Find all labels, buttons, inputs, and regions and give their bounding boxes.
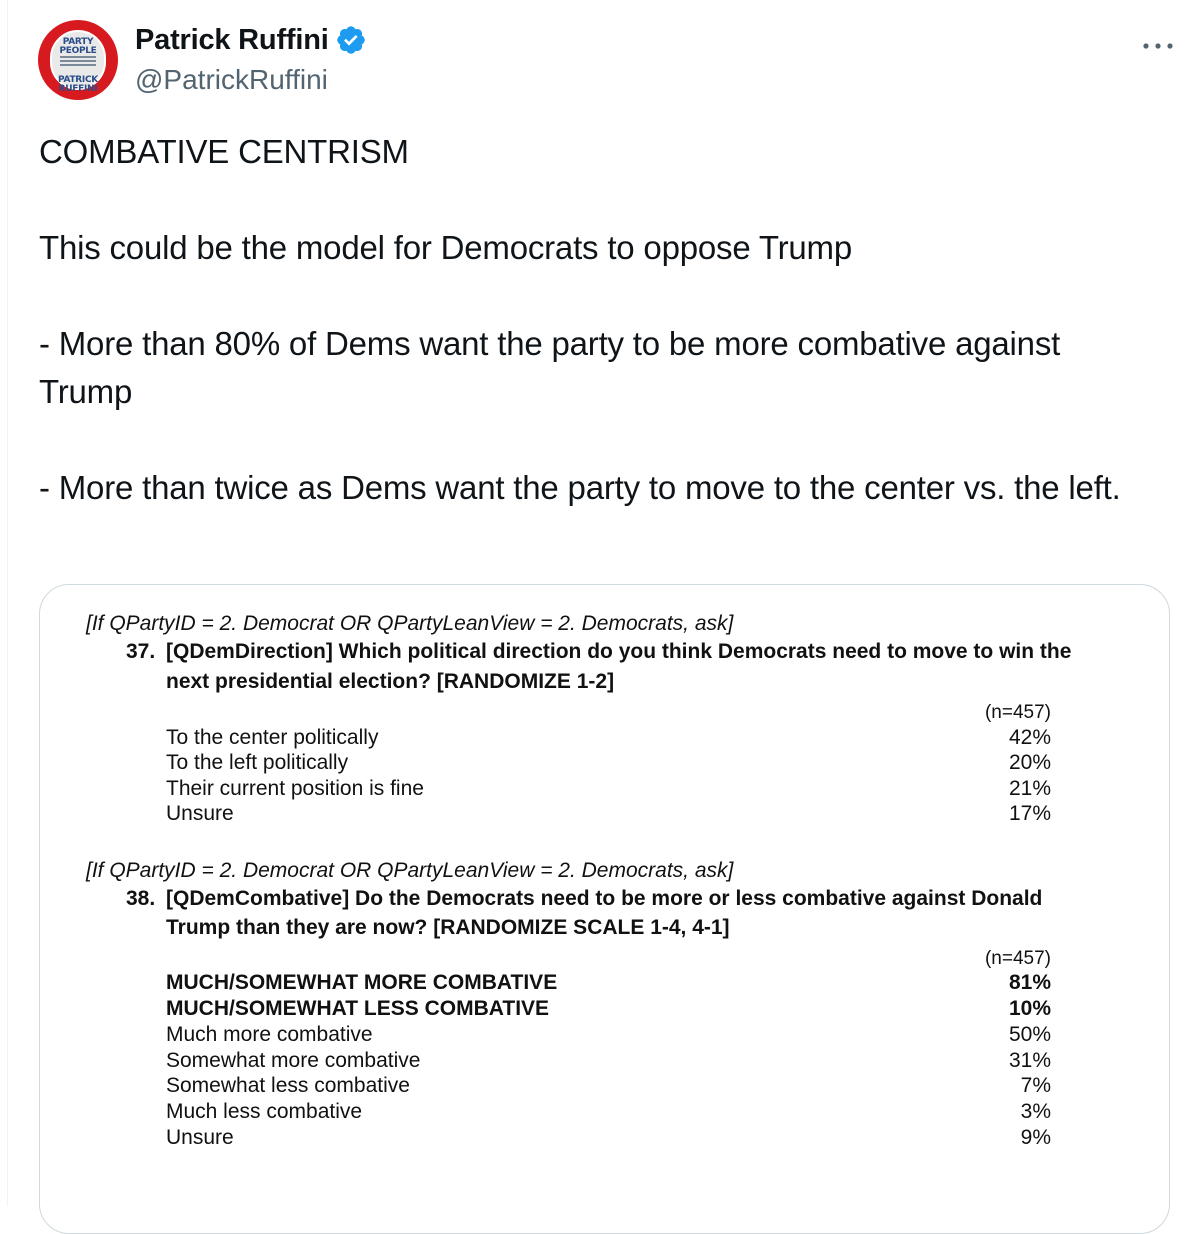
q38-value: 3%: [1020, 1100, 1051, 1123]
author-handle[interactable]: @PatrickRuffini: [135, 64, 328, 96]
q38-option: Somewhat more combative: [166, 1049, 421, 1072]
more-options-icon[interactable]: [1138, 34, 1178, 58]
q38-sample-size: (n=457): [984, 948, 1051, 969]
q38-number: 38.: [126, 887, 156, 910]
q38-question-line2: Trump than they are now? [RANDOMIZE SCAL…: [166, 916, 730, 939]
q38-option: MUCH/SOMEWHAT LESS COMBATIVE: [166, 997, 550, 1020]
q37-value: 42%: [1008, 726, 1051, 749]
q37-number: 37.: [126, 640, 156, 663]
q38-option: Unsure: [166, 1126, 234, 1149]
q37-option: Unsure: [166, 802, 234, 825]
q38-value: 10%: [1008, 997, 1051, 1020]
name-row: Patrick Ruffini: [135, 22, 367, 58]
verified-badge-icon[interactable]: [335, 24, 367, 56]
q38-option: Much more combative: [166, 1023, 373, 1046]
q38-option: MUCH/SOMEWHAT MORE COMBATIVE: [166, 971, 558, 994]
q38-question-line1: [QDemCombative] Do the Democrats need to…: [166, 887, 1043, 910]
q37-value: 21%: [1008, 777, 1051, 800]
q38-condition: [If QPartyID = 2. Democrat OR QPartyLean…: [86, 859, 734, 882]
avatar-cover-lines: [60, 56, 96, 70]
tweet-text: COMBATIVE CENTRISM This could be the mod…: [39, 128, 1159, 512]
q38-value: 31%: [1008, 1049, 1051, 1072]
q37-condition: [If QPartyID = 2. Democrat OR QPartyLean…: [86, 612, 734, 635]
q37-option: Their current position is fine: [166, 777, 424, 800]
q37-value: 20%: [1008, 751, 1051, 774]
poll-document: [If QPartyID = 2. Democrat OR QPartyLean…: [40, 585, 1169, 1233]
tweet-line-point-1: - More than 80% of Dems want the party t…: [39, 325, 1061, 410]
avatar[interactable]: PARTY PEOPLE PATRICK RUFFINI: [38, 20, 118, 100]
tweet-line-point-2: - More than twice as Dems want the party…: [39, 469, 1121, 506]
q38-value: 81%: [1008, 971, 1051, 994]
q38-option: Somewhat less combative: [166, 1074, 410, 1097]
q38-value: 50%: [1008, 1023, 1051, 1046]
q37-option: To the left politically: [166, 751, 349, 774]
tweet-header: PARTY PEOPLE PATRICK RUFFINI Patrick Ruf…: [38, 20, 1178, 104]
timeline-border: [7, 0, 8, 1206]
q37-question-line1: [QDemDirection] Which political directio…: [166, 640, 1072, 663]
q37-question-line2: next presidential election? [RANDOMIZE 1…: [166, 670, 615, 693]
tweet-image[interactable]: [If QPartyID = 2. Democrat OR QPartyLean…: [39, 584, 1170, 1234]
tweet-line-heading: COMBATIVE CENTRISM: [39, 133, 409, 170]
q38-value: 7%: [1020, 1074, 1051, 1097]
q37-option: To the center politically: [166, 726, 379, 749]
tweet-line-intro: This could be the model for Democrats to…: [39, 229, 852, 266]
q38-option: Much less combative: [166, 1100, 363, 1123]
avatar-author-text: PATRICK RUFFINI: [58, 75, 98, 94]
author-display-name[interactable]: Patrick Ruffini: [135, 24, 329, 57]
avatar-title-text: PARTY PEOPLE: [59, 37, 97, 56]
avatar-book-cover: PARTY PEOPLE PATRICK RUFFINI: [50, 30, 106, 94]
q37-value: 17%: [1008, 802, 1051, 825]
q37-sample-size: (n=457): [984, 702, 1051, 723]
q38-value: 9%: [1020, 1126, 1051, 1149]
